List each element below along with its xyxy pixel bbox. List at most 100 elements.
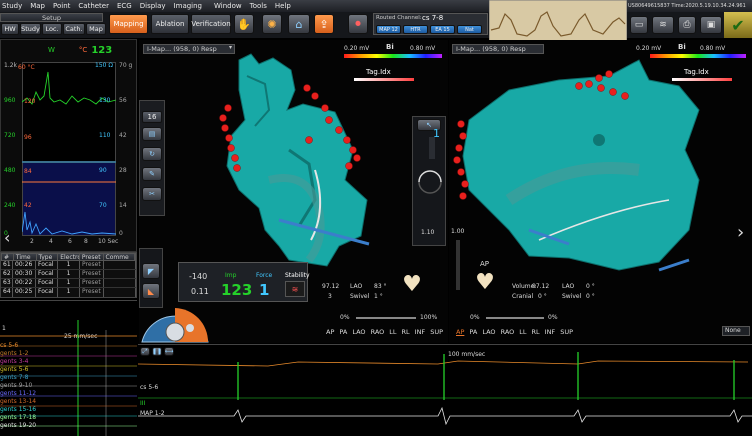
checkmark-icon[interactable]: ✔ (724, 12, 752, 38)
row-cell: 1 (58, 279, 80, 287)
mapping-button[interactable]: Mapping (109, 14, 148, 34)
right-view-lao[interactable]: LAO (482, 328, 495, 336)
ablation-button[interactable]: Ablation (151, 14, 189, 34)
hand-icon[interactable]: ✋ (234, 14, 254, 34)
row-cell: 63 (1, 279, 13, 287)
routed-channel-value[interactable]: cs 7-8 (422, 14, 443, 22)
channel-chip-htr[interactable]: HTR (403, 25, 428, 34)
power-value: -140 (189, 272, 208, 281)
right-cranial-value: 0 ° (538, 293, 547, 300)
scale-right: 150 Ω 130 110 90 70 (95, 62, 117, 237)
ecg-left-label: gents 1-2 (0, 350, 29, 357)
brush-icon[interactable]: ✎ (142, 167, 162, 181)
impedance-label: Imp (225, 272, 237, 279)
scissors-icon[interactable]: ✂ (142, 187, 162, 201)
time-tick-4: 8 (84, 238, 88, 245)
right-opacity-slider[interactable] (486, 317, 544, 319)
left-view-rl[interactable]: RL (402, 328, 410, 336)
left-view-lao[interactable]: LAO (352, 328, 365, 336)
channel-chip-nat[interactable]: Nat (457, 25, 482, 34)
rotate-icon[interactable]: ↻ (142, 147, 162, 161)
menu-ecg[interactable]: ECG (117, 2, 132, 10)
ablation-tip-icon[interactable]: ◣ (142, 283, 160, 299)
left-view-rao[interactable]: RAO (371, 328, 385, 336)
time-axis: 2 4 6 8 10 Sec (22, 238, 122, 248)
monitor-icon[interactable]: ▭ (630, 16, 648, 34)
left-view-inf[interactable]: INF (415, 328, 426, 336)
setup-tab-cath[interactable]: Cath. (63, 23, 85, 35)
setup-tab-study[interactable]: Study (20, 23, 41, 35)
chevron-left-icon[interactable]: ‹ (4, 228, 10, 247)
right-view-inf[interactable]: INF (545, 328, 556, 336)
status-line: US80649615837 Time:2020.5.19.10.34.24.96… (628, 3, 746, 9)
channel-chip-ea[interactable]: EA 15 (430, 25, 455, 34)
channel-chip-map[interactable]: MAP 12 (376, 25, 401, 34)
menu-window[interactable]: Window (214, 2, 242, 10)
menu-study[interactable]: Study (2, 2, 22, 10)
export-icon[interactable]: ⇪ (314, 14, 334, 34)
col-header-electrode[interactable]: Electrod (58, 254, 80, 260)
col-header-comment[interactable]: Comme (104, 254, 135, 260)
verification-button[interactable]: Verification (191, 14, 231, 34)
col-header-time[interactable]: Time (14, 254, 37, 260)
left-opacity-slider[interactable] (356, 317, 416, 319)
right-swivel-label: Swivel (562, 293, 582, 300)
left-view-sup[interactable]: SUP (430, 328, 443, 336)
col-header-preset[interactable]: Preset (80, 254, 104, 260)
table-row[interactable]: 64 00:25 Focal 1 Preset (1, 288, 136, 297)
table-row[interactable]: 63 00:22 Focal 1 Preset (1, 279, 136, 288)
col-header-type[interactable]: Type (37, 254, 59, 260)
table-row[interactable]: 61 00:26 Focal 1 Preset (1, 261, 136, 270)
zoom-slider-track[interactable] (429, 137, 435, 159)
none-select[interactable]: None (722, 326, 750, 336)
heart-orientation-icon[interactable]: ♥ (398, 272, 426, 306)
menu-display[interactable]: Display (140, 2, 166, 10)
right-side-slider[interactable] (456, 240, 460, 290)
right-view-rao[interactable]: RAO (501, 328, 515, 336)
menu-tools[interactable]: Tools (250, 2, 267, 10)
ecg-left-label: gents 7-8 (0, 374, 29, 381)
right-view-ll[interactable]: LL (519, 328, 526, 336)
map-layer-count[interactable]: 16 (142, 111, 162, 123)
scale-left-4: 480 (4, 167, 16, 174)
left-view-pa[interactable]: PA (339, 328, 347, 336)
ecg-right-label: cs 5-6 (140, 384, 159, 391)
row-cell: 00:30 (13, 270, 36, 278)
setup-tab-loc[interactable]: Loc. (42, 23, 62, 35)
right-view-pa[interactable]: PA (469, 328, 477, 336)
force-label: Force (256, 272, 273, 279)
printer-icon[interactable]: ⎙ (678, 16, 696, 34)
scale-left-inner: 120 96 84 42 (20, 62, 35, 237)
menu-catheter[interactable]: Catheter (78, 2, 109, 10)
menu-point[interactable]: Point (53, 2, 70, 10)
layers-icon[interactable]: ▤ (142, 127, 162, 141)
setup-tab-hw[interactable]: HW (1, 23, 19, 35)
setup-tab-map[interactable]: Map (86, 23, 106, 35)
chevron-right-icon[interactable]: › (737, 222, 744, 243)
right-heart-icon[interactable]: ♥ (470, 270, 500, 306)
table-row[interactable]: 62 00:30 Focal 1 Preset (1, 270, 136, 279)
left-view-ll[interactable]: LL (389, 328, 396, 336)
zoom-value: 1 (433, 127, 440, 140)
ecg-left-label: gents 5-6 (0, 366, 29, 373)
menu-imaging[interactable]: Imaging (174, 2, 202, 10)
navigation-widget[interactable] (140, 306, 210, 344)
rotation-dial[interactable] (415, 167, 445, 197)
device-icon[interactable]: ▣ (700, 16, 722, 34)
left-view-ap[interactable]: AP (326, 328, 334, 336)
compass-icon[interactable]: ✺ (262, 14, 282, 34)
record-icon[interactable]: ⏺ (348, 14, 368, 34)
row-cell: 61 (1, 261, 13, 269)
right-view-sup[interactable]: SUP (560, 328, 573, 336)
row-cell: Focal (36, 261, 58, 269)
right-view-rl[interactable]: RL (532, 328, 540, 336)
menu-help[interactable]: Help (275, 2, 291, 10)
scale-right2: 70 g 56 42 28 14 0 (119, 62, 137, 237)
col-header-index[interactable]: # (2, 254, 14, 260)
right-view-ap[interactable]: AP (456, 328, 464, 336)
catheter-tip-icon[interactable]: ◤ (142, 263, 160, 279)
pump-icon[interactable]: ≋ (652, 16, 674, 34)
menu-map[interactable]: Map (30, 2, 45, 10)
catheter-icon[interactable]: ⌂ (288, 14, 310, 34)
lesion-table: # Time Type Electrod Preset Comme 61 00:… (0, 252, 137, 298)
